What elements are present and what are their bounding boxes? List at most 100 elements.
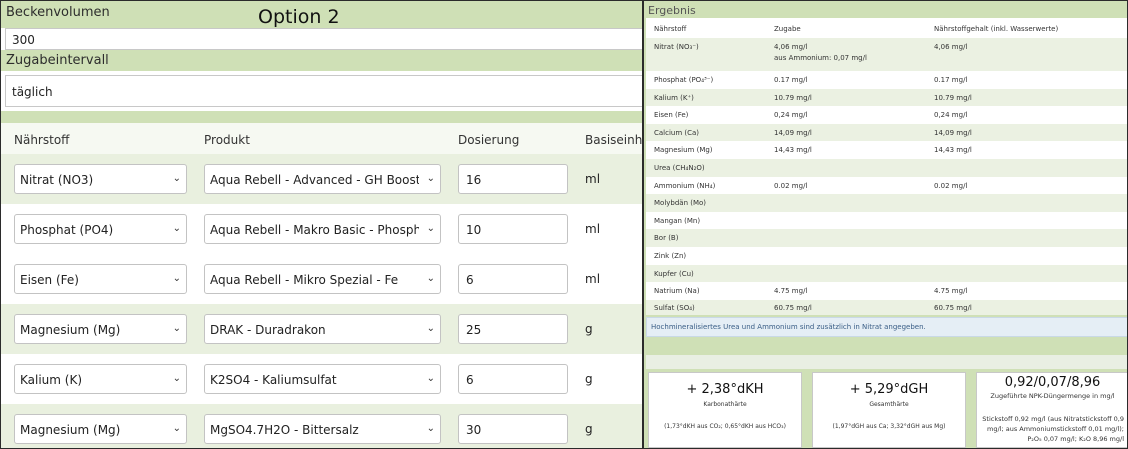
npk-value: 0,92/0,07/8,96 (1004, 375, 1101, 390)
nutrient-select-value: Eisen (Fe) (20, 273, 79, 287)
chevron-down-icon: ⌄ (172, 223, 181, 234)
base-unit: g (585, 372, 593, 386)
gh-card: + 5,29°dGH Gesamthärte (1,97°dGH aus Ca;… (812, 372, 966, 448)
dosage-input[interactable]: 6 (458, 364, 568, 394)
product-select-value: MgSO4.7H2O - Bittersalz (210, 423, 359, 437)
product-select[interactable]: K2SO4 - Kaliumsulfat ⌄ (204, 364, 441, 394)
kh-caption: Karbonathärte (703, 401, 747, 408)
kh-detail: (1,73°dKH aus CO₂; 0,65°dKH aus HCO₃) (664, 423, 786, 430)
result-panel: Ergebnis Nährstoff Zugabe Nährstoffgehal… (643, 0, 1128, 449)
nutrient-select[interactable]: Magnesium (Mg) ⌄ (14, 314, 187, 344)
result-nutrient: Magnesium (Mg) (654, 146, 713, 155)
chevron-down-icon: ⌄ (426, 323, 435, 334)
gh-value: + 5,29°dGH (849, 382, 929, 397)
product-select[interactable]: Aqua Rebell - Makro Basic - Phosphat ⌄ (204, 214, 441, 244)
base-unit: ml (585, 222, 601, 236)
result-content: 0.02 mg/l (934, 181, 968, 190)
interval-select[interactable]: täglich (5, 75, 642, 107)
nutrient-select-value: Phosphat (PO4) (20, 223, 114, 237)
result-nutrient: Kupfer (Cu) (654, 269, 694, 278)
base-unit: ml (585, 272, 601, 286)
dosage-input[interactable]: 25 (458, 314, 568, 344)
gh-caption: Gesamthärte (869, 401, 909, 408)
result-added: 0.02 mg/l (774, 181, 808, 190)
result-title: Ergebnis (648, 4, 696, 17)
nutrient-select[interactable]: Nitrat (NO3) ⌄ (14, 164, 187, 194)
dosage-input[interactable]: 30 (458, 414, 568, 444)
result-row: Phosphat (PO₄³⁻) 0.17 mg/l 0.17 mg/l (646, 71, 1127, 89)
chevron-down-icon: ⌄ (426, 273, 435, 284)
result-row: Sulfat (SO₄) 60.75 mg/l 60.75 mg/l (646, 299, 1127, 315)
result-info-note: Hochmineralisiertes Urea und Ammonium si… (646, 317, 1127, 337)
dosage-input[interactable]: 10 (458, 214, 568, 244)
product-select[interactable]: DRAK - Duradrakon ⌄ (204, 314, 441, 344)
result-row: Zink (Zn) (646, 247, 1127, 265)
kh-value: + 2,38°dKH (686, 382, 764, 397)
product-select[interactable]: Aqua Rebell - Mikro Spezial - Fe ⌄ (204, 264, 441, 294)
result-content: 14,43 mg/l (934, 146, 972, 155)
result-added-note: aus Ammonium: 0,07 mg/l (774, 54, 867, 62)
dosing-row: Eisen (Fe) ⌄ Aqua Rebell - Mikro Spezial… (1, 254, 642, 304)
result-row: Nitrat (NO₃⁻) 4,06 mg/l aus Ammonium: 0,… (646, 38, 1127, 71)
dosage-input[interactable]: 16 (458, 164, 568, 194)
result-divider (646, 355, 1127, 369)
dosing-row: Nitrat (NO3) ⌄ Aqua Rebell - Advanced - … (1, 154, 642, 204)
result-nutrient: Molybdän (Mo) (654, 199, 707, 208)
dosage-input[interactable]: 6 (458, 264, 568, 294)
product-select[interactable]: Aqua Rebell - Advanced - GH Boost N ⌄ (204, 164, 441, 194)
result-column-added: Zugabe (774, 25, 801, 33)
dosing-row: Magnesium (Mg) ⌄ MgSO4.7H2O - Bittersalz… (1, 404, 642, 448)
nutrient-select[interactable]: Phosphat (PO4) ⌄ (14, 214, 187, 244)
dosing-row: Magnesium (Mg) ⌄ DRAK - Duradrakon ⌄ 25 … (1, 304, 642, 354)
dosing-row: Kalium (K) ⌄ K2SO4 - Kaliumsulfat ⌄ 6 g (1, 354, 642, 404)
result-content: 14,09 mg/l (934, 128, 972, 137)
result-nutrient: Bor (B) (654, 234, 679, 243)
result-added: 14,09 mg/l (774, 128, 812, 137)
result-row: Kupfer (Cu) (646, 264, 1127, 283)
result-added: 4.75 mg/l (774, 287, 808, 296)
result-table-header: Nährstoff Zugabe Nährstoffgehalt (inkl. … (646, 18, 1127, 38)
result-added: 0.17 mg/l (774, 76, 808, 84)
section-divider (1, 111, 642, 123)
interval-label: Zugabeintervall (6, 53, 109, 68)
result-content: 4,06 mg/l (934, 43, 968, 51)
result-nutrient: Phosphat (PO₄³⁻) (654, 76, 714, 84)
base-unit: g (585, 422, 593, 436)
result-nutrient: Calcium (Ca) (654, 128, 700, 137)
result-added: 10.79 mg/l (774, 93, 812, 102)
nutrient-select[interactable]: Kalium (K) ⌄ (14, 364, 187, 394)
product-select-value: Aqua Rebell - Makro Basic - Phosphat (210, 223, 419, 237)
chevron-down-icon: ⌄ (172, 423, 181, 434)
volume-label-bar: Beckenvolumen Option 2 (1, 1, 642, 28)
npk-caption: Zugeführte NPK-Düngermenge in mg/l (990, 392, 1115, 400)
nutrient-select[interactable]: Eisen (Fe) ⌄ (14, 264, 187, 294)
result-nutrient: Natrium (Na) (654, 287, 700, 296)
result-nutrient: Eisen (Fe) (654, 111, 689, 120)
result-row: Ammonium (NH₄) 0.02 mg/l 0.02 mg/l (646, 176, 1127, 195)
interval-label-bar: Zugabeintervall (1, 50, 642, 71)
option-title: Option 2 (258, 6, 340, 28)
product-select-value: K2SO4 - Kaliumsulfat (210, 373, 337, 387)
chevron-down-icon: ⌄ (426, 423, 435, 434)
chevron-down-icon: ⌄ (172, 373, 181, 384)
result-row: Kalium (K⁺) 10.79 mg/l 10.79 mg/l (646, 88, 1127, 107)
chevron-down-icon: ⌄ (172, 323, 181, 334)
result-added: 4,06 mg/l (774, 43, 808, 51)
result-table: Nährstoff Zugabe Nährstoffgehalt (inkl. … (646, 18, 1127, 315)
product-select-value: DRAK - Duradrakon (210, 323, 326, 337)
chevron-down-icon: ⌄ (172, 173, 181, 184)
result-nutrient: Mangan (Mn) (654, 216, 701, 225)
chevron-down-icon: ⌄ (426, 223, 435, 234)
chevron-down-icon: ⌄ (172, 273, 181, 284)
chevron-down-icon: ⌄ (426, 173, 435, 184)
product-select-value: Aqua Rebell - Mikro Spezial - Fe (210, 273, 399, 287)
volume-input[interactable]: 300 (5, 28, 642, 50)
nutrient-select[interactable]: Magnesium (Mg) ⌄ (14, 414, 187, 444)
column-header-unit: Basiseinheit (585, 133, 643, 147)
npk-detail: Stickstoff 0,92 mg/l (aus Nitratsticksto… (982, 415, 1124, 443)
product-select[interactable]: MgSO4.7H2O - Bittersalz ⌄ (204, 414, 441, 444)
dosing-row: Phosphat (PO4) ⌄ Aqua Rebell - Makro Bas… (1, 204, 642, 254)
product-select-value: Aqua Rebell - Advanced - GH Boost N (210, 173, 419, 187)
column-header-dosage: Dosierung (458, 133, 520, 147)
result-nutrient: Sulfat (SO₄) (654, 303, 695, 312)
